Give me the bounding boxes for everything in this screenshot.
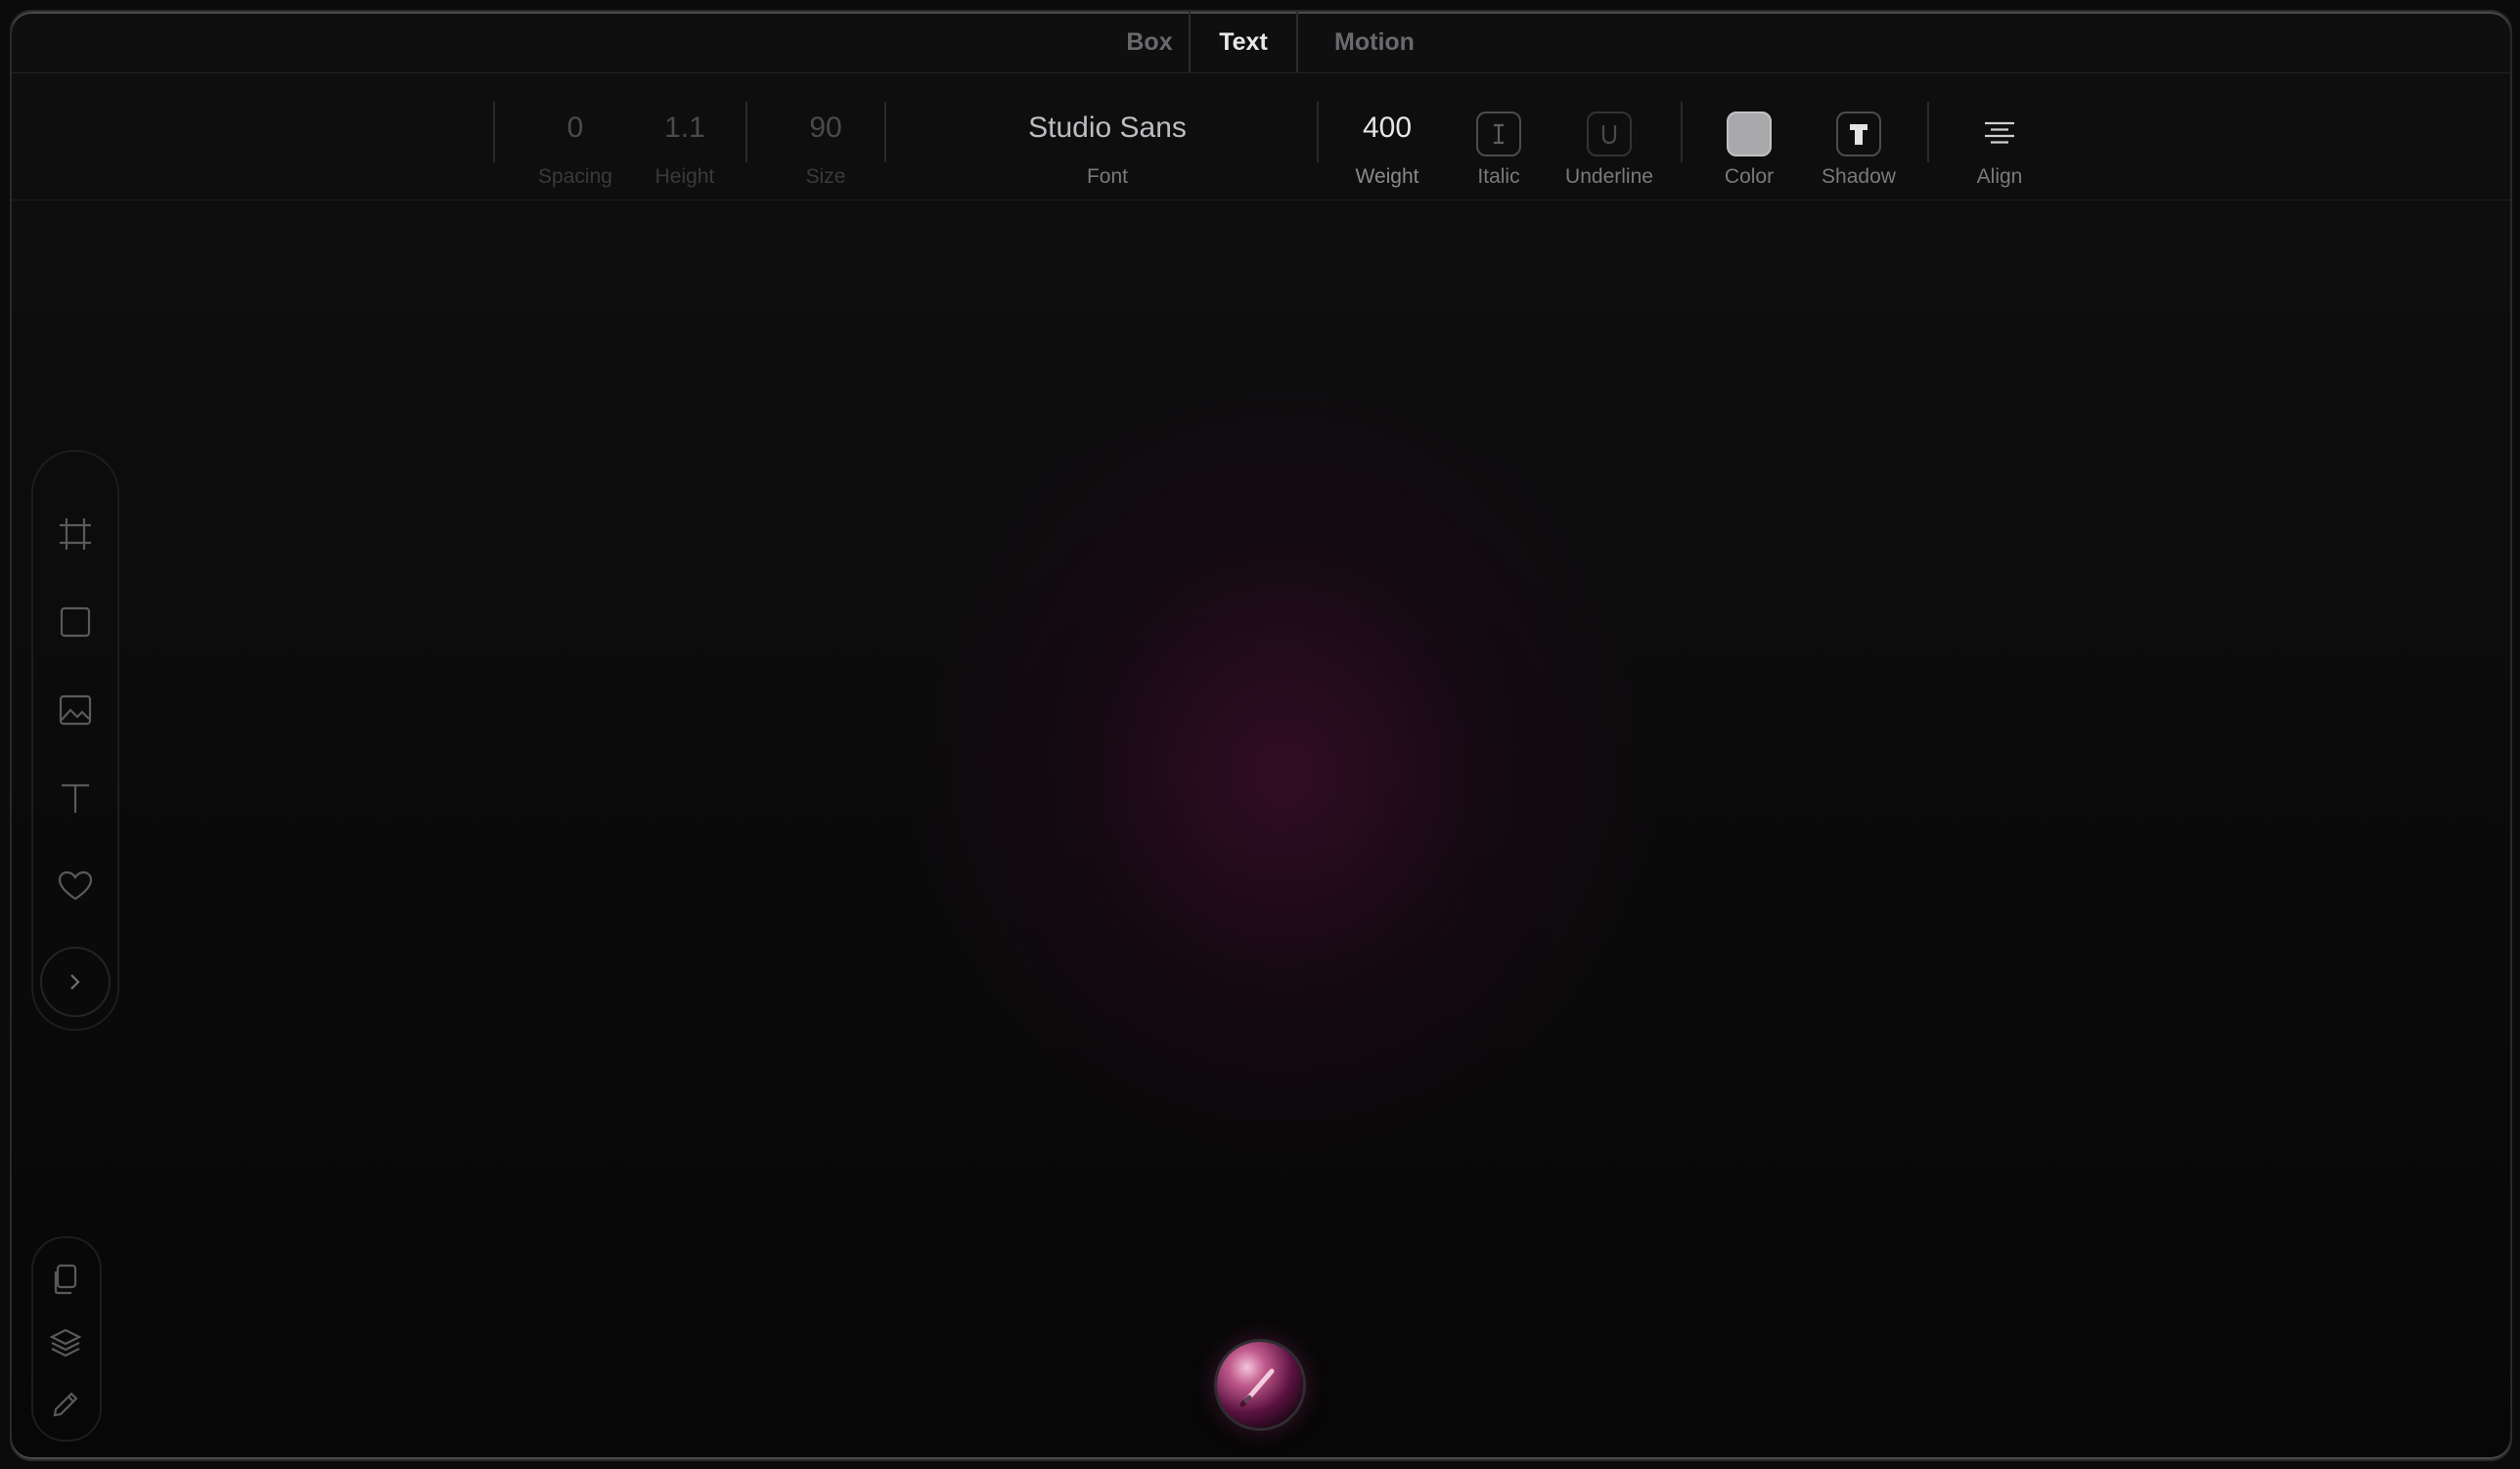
underline-label: Underline bbox=[1565, 165, 1653, 188]
rectangle-tool-button[interactable] bbox=[54, 601, 97, 644]
frame-tool-button[interactable] bbox=[54, 512, 97, 556]
frame-icon bbox=[60, 518, 91, 550]
copy-button[interactable] bbox=[46, 1260, 85, 1299]
text-icon bbox=[62, 783, 89, 813]
color-label: Color bbox=[1724, 165, 1775, 188]
italic-toggle[interactable]: Italic bbox=[1450, 72, 1548, 200]
image-tool-button[interactable] bbox=[54, 689, 97, 732]
underline-toggle[interactable]: Underline bbox=[1555, 72, 1663, 200]
toolbar-divider bbox=[745, 102, 747, 162]
color-picker[interactable]: Color bbox=[1700, 72, 1798, 200]
toolbar-divider bbox=[493, 102, 495, 162]
line-height-control[interactable]: 1.1 Height bbox=[632, 72, 738, 200]
left-tool-rail bbox=[31, 450, 119, 1031]
size-label: Size bbox=[805, 165, 846, 188]
toolbar-divider bbox=[1927, 102, 1929, 162]
heart-icon bbox=[58, 870, 93, 901]
bottom-tool-rail bbox=[31, 1236, 102, 1442]
image-icon bbox=[59, 694, 92, 726]
wand-icon bbox=[1239, 1368, 1275, 1407]
toolbar-divider bbox=[1317, 102, 1319, 162]
tab-text[interactable]: Text bbox=[1189, 12, 1298, 72]
weight-control[interactable]: 400 Weight bbox=[1334, 72, 1440, 200]
font-label: Font bbox=[1086, 165, 1129, 188]
line-height-label: Height bbox=[654, 165, 715, 188]
italic-label: Italic bbox=[1477, 165, 1520, 188]
layers-button[interactable] bbox=[46, 1322, 85, 1361]
expand-rail-button[interactable] bbox=[40, 947, 111, 1017]
app-window: Box Text Motion 0 Spacing 1.1 Height 90 … bbox=[10, 10, 2512, 1461]
font-control[interactable]: Studio Sans Font bbox=[931, 72, 1283, 200]
line-height-value: 1.1 bbox=[664, 111, 705, 144]
weight-label: Weight bbox=[1355, 165, 1419, 188]
shadow-text-icon bbox=[1836, 111, 1881, 156]
underline-icon bbox=[1587, 111, 1632, 156]
toolbar-divider bbox=[1681, 102, 1683, 162]
ai-orb-icon[interactable] bbox=[1217, 1342, 1303, 1428]
size-value: 90 bbox=[809, 111, 842, 144]
tab-box[interactable]: Box bbox=[1117, 12, 1182, 72]
spacing-value: 0 bbox=[566, 111, 584, 144]
spacing-label: Spacing bbox=[538, 165, 612, 188]
chevron-right-icon bbox=[70, 974, 80, 990]
rectangle-icon bbox=[60, 606, 91, 638]
align-label: Align bbox=[1976, 165, 2023, 188]
mode-tabs: Box Text Motion bbox=[12, 12, 2510, 73]
font-value: Studio Sans bbox=[1028, 111, 1187, 144]
layers-icon bbox=[49, 1328, 82, 1358]
tab-motion[interactable]: Motion bbox=[1319, 12, 1430, 72]
weight-value: 400 bbox=[1362, 111, 1413, 144]
shadow-label: Shadow bbox=[1822, 165, 1896, 188]
pencil-icon bbox=[53, 1392, 78, 1417]
text-toolbar: 0 Spacing 1.1 Height 90 Size Studio Sans… bbox=[12, 72, 2510, 200]
edit-button[interactable] bbox=[46, 1385, 85, 1424]
italic-icon bbox=[1476, 111, 1521, 156]
text-tool-button[interactable] bbox=[54, 777, 97, 820]
toolbar-divider bbox=[884, 102, 886, 162]
spacing-control[interactable]: 0 Spacing bbox=[522, 72, 628, 200]
align-control[interactable]: Align bbox=[1951, 72, 2048, 200]
align-center-icon bbox=[1977, 111, 2022, 156]
favorites-tool-button[interactable] bbox=[54, 865, 97, 908]
shadow-toggle[interactable]: Shadow bbox=[1810, 72, 1908, 200]
copy-icon bbox=[54, 1264, 77, 1295]
size-control[interactable]: 90 Size bbox=[773, 72, 878, 200]
color-swatch bbox=[1727, 111, 1772, 156]
